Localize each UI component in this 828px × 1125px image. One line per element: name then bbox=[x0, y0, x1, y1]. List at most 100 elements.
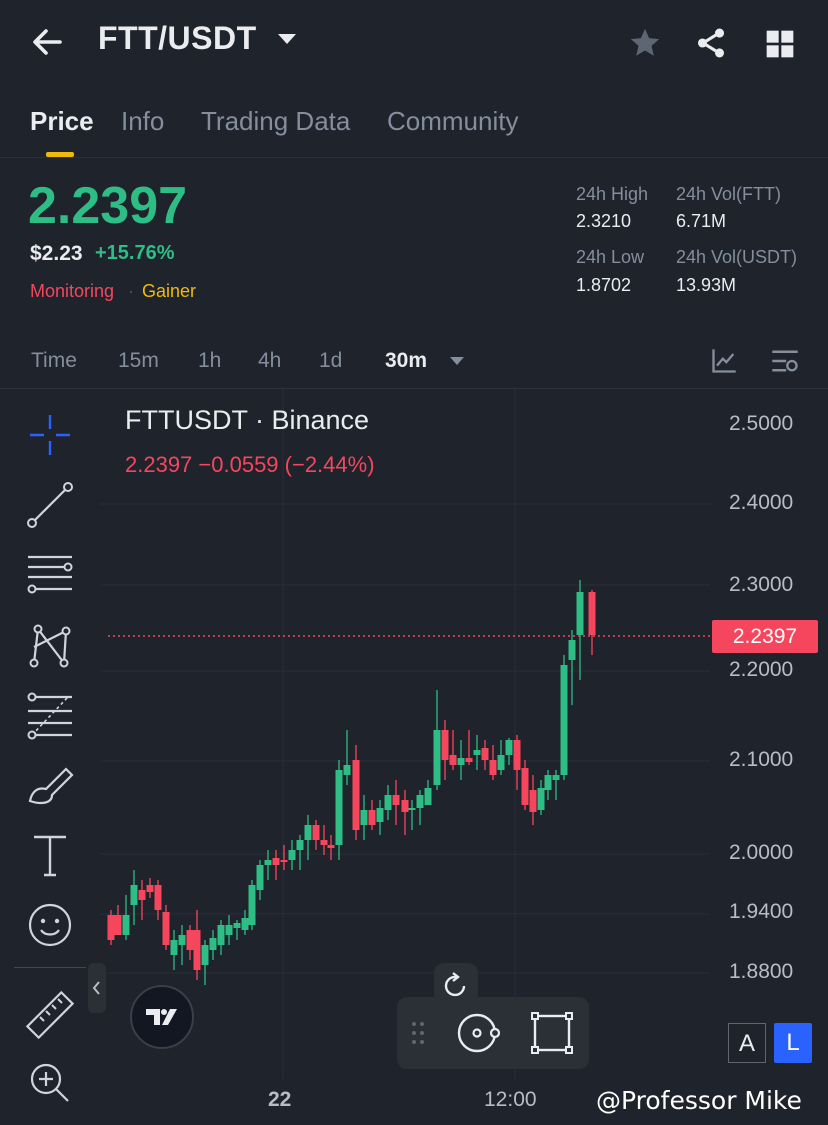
candle-body bbox=[481, 748, 489, 760]
candle-body bbox=[186, 930, 194, 950]
interval-30m[interactable]: 30m bbox=[385, 349, 427, 373]
candle-body bbox=[568, 640, 576, 660]
candle-body bbox=[170, 940, 178, 955]
pattern-tool-icon[interactable] bbox=[22, 617, 78, 673]
interval-more-caret-icon[interactable] bbox=[450, 357, 464, 365]
candle-body bbox=[178, 935, 186, 945]
candle-body bbox=[264, 860, 272, 865]
candle-body bbox=[384, 795, 392, 810]
y-tick: 2.2000 bbox=[729, 658, 794, 681]
last-price: 2.2397 bbox=[28, 177, 188, 235]
candle-body bbox=[544, 775, 552, 790]
back-arrow-icon[interactable] bbox=[28, 22, 68, 62]
candle-body bbox=[497, 755, 505, 770]
toolbar-divider bbox=[14, 967, 86, 968]
candle-body bbox=[312, 825, 320, 840]
vol-usdt-label: 24h Vol(USDT) bbox=[676, 247, 798, 267]
drag-handle-icon[interactable] bbox=[409, 1019, 427, 1047]
x-tick: 12:00 bbox=[484, 1088, 537, 1111]
horizontal-lines-icon[interactable] bbox=[22, 547, 78, 603]
candle-body bbox=[280, 860, 288, 862]
candle-body bbox=[392, 795, 400, 805]
brush-icon[interactable] bbox=[22, 757, 78, 813]
candle-body bbox=[401, 800, 409, 812]
top-bar: FTT/USDT bbox=[0, 0, 828, 88]
tab-community[interactable]: Community bbox=[387, 106, 518, 137]
tag-separator bbox=[130, 291, 132, 293]
high-value: 2.3210 bbox=[576, 211, 632, 231]
candle-body bbox=[154, 885, 162, 910]
candle-body bbox=[416, 795, 424, 808]
tab-trading-data[interactable]: Trading Data bbox=[201, 106, 350, 137]
candle-body bbox=[233, 923, 241, 928]
emoji-icon[interactable] bbox=[22, 897, 78, 953]
candle-body bbox=[537, 788, 545, 810]
fullscreen-select-icon[interactable] bbox=[529, 1010, 575, 1056]
candle-body bbox=[588, 592, 596, 635]
vol-usdt-value: 13.93M bbox=[676, 275, 737, 295]
candle-body bbox=[248, 885, 256, 925]
y-tick: 2.5000 bbox=[729, 412, 794, 435]
vol-ftt-value: 6.71M bbox=[676, 211, 727, 231]
fib-retracement-icon[interactable] bbox=[22, 687, 78, 743]
candle-body bbox=[241, 918, 249, 930]
usd-price: $2.23 bbox=[30, 242, 83, 265]
candle-body bbox=[114, 915, 122, 935]
candle-body bbox=[327, 845, 335, 848]
pair-dropdown-caret-icon[interactable] bbox=[278, 34, 296, 44]
interval-1h[interactable]: 1h bbox=[198, 349, 221, 373]
candle-body bbox=[449, 755, 457, 765]
favorite-star-icon[interactable] bbox=[628, 26, 662, 60]
auto-scale-button[interactable]: A bbox=[728, 1023, 766, 1063]
candle-body bbox=[162, 912, 170, 945]
toolbar-collapse-button[interactable] bbox=[88, 963, 106, 1013]
grid-menu-icon[interactable] bbox=[764, 28, 796, 60]
zoom-in-icon[interactable] bbox=[22, 1055, 78, 1111]
y-tick: 1.9400 bbox=[729, 900, 794, 923]
pair-title[interactable]: FTT/USDT bbox=[98, 20, 257, 57]
interval-15m[interactable]: 15m bbox=[118, 349, 159, 373]
last-price-tag: 2.2397 bbox=[712, 620, 818, 653]
candle-body bbox=[465, 758, 473, 762]
tab-price[interactable]: Price bbox=[30, 106, 94, 137]
tab-info[interactable]: Info bbox=[121, 106, 164, 137]
interval-1d[interactable]: 1d bbox=[319, 349, 342, 373]
candle-body bbox=[146, 885, 154, 892]
indicators-icon[interactable] bbox=[710, 347, 738, 375]
y-tick: 1.8800 bbox=[729, 960, 794, 983]
candle-body bbox=[320, 840, 328, 845]
monitoring-tag[interactable]: Monitoring bbox=[30, 281, 114, 302]
candle-body bbox=[521, 768, 529, 805]
candle-body bbox=[441, 730, 449, 760]
candle-body bbox=[360, 810, 368, 825]
replay-icon[interactable] bbox=[455, 1010, 505, 1056]
candle-body bbox=[335, 770, 343, 845]
ruler-icon[interactable] bbox=[22, 987, 78, 1043]
change-percent: +15.76% bbox=[95, 242, 175, 264]
y-tick: 2.0000 bbox=[729, 841, 794, 864]
x-tick: 22 bbox=[268, 1088, 292, 1111]
candle-body bbox=[424, 788, 432, 805]
candle-body bbox=[122, 915, 130, 935]
high-label: 24h High bbox=[576, 184, 649, 204]
candle-body bbox=[107, 915, 115, 940]
text-tool-icon[interactable] bbox=[22, 827, 78, 883]
crosshair-icon[interactable] bbox=[22, 407, 78, 463]
share-icon[interactable] bbox=[694, 26, 728, 60]
candle-body bbox=[138, 890, 146, 900]
log-scale-button[interactable]: L bbox=[774, 1023, 812, 1063]
candle-body bbox=[457, 758, 465, 765]
candle-body bbox=[288, 850, 296, 860]
candle-body bbox=[408, 808, 416, 810]
interval-time[interactable]: Time bbox=[31, 349, 77, 373]
trend-line-icon[interactable] bbox=[22, 477, 78, 533]
candle-body bbox=[560, 665, 568, 775]
gainer-tag[interactable]: Gainer bbox=[142, 281, 196, 302]
vol-ftt-label: 24h Vol(FTT) bbox=[676, 184, 782, 204]
candle-body bbox=[505, 740, 513, 755]
y-tick: 2.4000 bbox=[729, 491, 794, 514]
candle-body bbox=[513, 740, 521, 770]
candle-body bbox=[201, 945, 209, 965]
chart-settings-icon[interactable] bbox=[770, 347, 800, 375]
interval-4h[interactable]: 4h bbox=[258, 349, 281, 373]
